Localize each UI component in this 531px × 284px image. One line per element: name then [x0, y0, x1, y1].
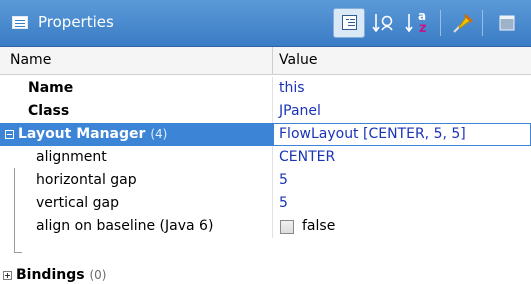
- property-row-alignment[interactable]: alignment CENTER: [0, 146, 531, 169]
- property-count: (0): [89, 268, 107, 282]
- property-value[interactable]: 5: [279, 172, 288, 188]
- property-value[interactable]: 5: [279, 195, 288, 211]
- property-value: false: [302, 218, 336, 234]
- restore-icon[interactable]: [492, 8, 524, 38]
- collapse-icon[interactable]: [5, 130, 14, 139]
- table-header: Name Value: [0, 47, 531, 75]
- property-label: Layout Manager: [18, 126, 146, 142]
- property-label: vertical gap: [36, 195, 120, 211]
- expand-icon[interactable]: [3, 271, 12, 280]
- property-label: align on baseline (Java 6): [36, 218, 214, 234]
- property-value[interactable]: CENTER: [279, 149, 335, 165]
- property-value[interactable]: FlowLayout [CENTER, 5, 5]: [279, 126, 466, 142]
- properties-icon: [12, 16, 28, 29]
- property-row-name[interactable]: Name this: [0, 77, 531, 100]
- property-label: Class: [28, 103, 70, 119]
- value-column-header[interactable]: Value: [279, 52, 317, 68]
- title-bar: Properties a z: [0, 0, 531, 47]
- property-label: alignment: [36, 149, 107, 165]
- property-value[interactable]: JPanel: [279, 103, 321, 119]
- properties-panel: Properties a z Name Value Name this Clas…: [0, 0, 531, 284]
- name-column-header[interactable]: Name: [10, 52, 51, 68]
- tree-view-icon[interactable]: [333, 8, 365, 38]
- property-count: (4): [150, 127, 168, 141]
- baseline-checkbox[interactable]: [280, 220, 294, 234]
- property-row-horizontal-gap[interactable]: horizontal gap 5: [0, 169, 531, 192]
- property-row-align-on-baseline[interactable]: align on baseline (Java 6) false: [0, 215, 531, 238]
- property-row-vertical-gap[interactable]: vertical gap 5: [0, 192, 531, 215]
- property-label: Name: [28, 80, 74, 96]
- filter-icon[interactable]: [369, 8, 401, 38]
- property-label: Bindings: [16, 267, 85, 283]
- property-label: horizontal gap: [36, 172, 137, 188]
- pin-icon[interactable]: [446, 8, 478, 38]
- panel-title: Properties: [38, 13, 114, 31]
- property-value[interactable]: this: [279, 80, 305, 96]
- sort-az-icon[interactable]: a z: [403, 8, 435, 38]
- property-row-class[interactable]: Class JPanel: [0, 100, 531, 123]
- tree-connector: [14, 168, 15, 252]
- property-row-layout-manager[interactable]: Layout Manager (4) FlowLayout [CENTER, 5…: [0, 123, 531, 146]
- property-row-bindings[interactable]: Bindings (0): [0, 262, 531, 284]
